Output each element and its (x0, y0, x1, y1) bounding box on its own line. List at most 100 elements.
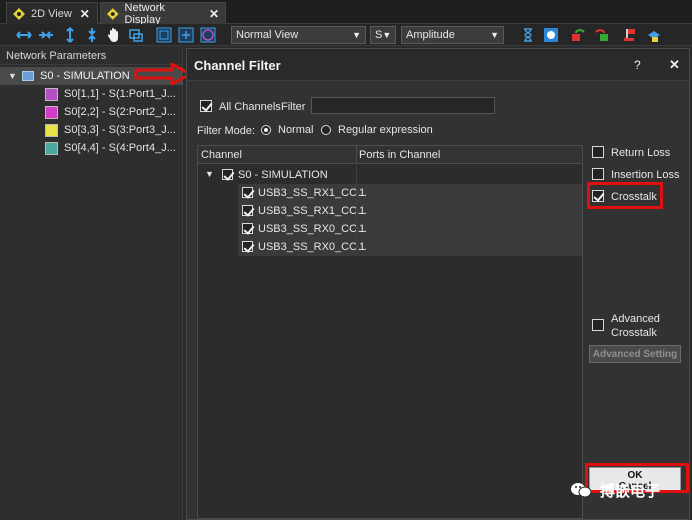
zoom-fit-icon[interactable] (178, 27, 194, 43)
row-channel: USB3_SS_RX0_CO... (258, 223, 367, 235)
fit-vertical-icon[interactable] (62, 27, 78, 43)
tab-label: Network Display (124, 1, 165, 26)
row-indent (198, 184, 238, 202)
flag-icon[interactable] (622, 27, 638, 43)
view-mode-select[interactable]: Normal View ▼ (231, 26, 366, 44)
tree-root-label: S0 - SIMULATION (40, 70, 130, 82)
expand-arrow-icon[interactable]: ▼ (205, 169, 214, 179)
normal-radio[interactable] (261, 125, 271, 135)
tree-item-label: S0[4,4] - S(4:Port4_J... (64, 142, 176, 154)
column-divider (356, 202, 357, 220)
row-checkbox[interactable] (242, 241, 253, 252)
expand-arrow-icon[interactable]: ▼ (8, 71, 22, 81)
row-channel: USB3_SS_RX1_CO... (258, 187, 367, 199)
tab-2d-view[interactable]: 2D View ✕ (6, 2, 98, 24)
row-ports: 1 (359, 241, 366, 253)
row-indent (198, 238, 238, 256)
zoom-box-icon[interactable] (156, 27, 172, 43)
parameter-value: S (375, 29, 383, 41)
column-divider (356, 184, 357, 202)
close-icon[interactable]: ✕ (209, 7, 219, 21)
undo-icon[interactable] (570, 27, 586, 43)
format-select[interactable]: Amplitude ▼ (401, 26, 504, 44)
tab-bar: 2D View ✕ Network Display ✕ (0, 0, 692, 26)
tree-item[interactable]: S0[3,3] - S(3:Port3_J... (45, 121, 183, 139)
hand-icon[interactable] (106, 27, 122, 43)
tab-label: 2D View (31, 7, 72, 20)
table-row[interactable]: USB3_SS_RX0_CO... 1 (198, 238, 582, 256)
channel-filter-dialog: Channel Filter ? ✕ All Channels Filter F… (186, 48, 690, 520)
redo-icon[interactable] (594, 27, 610, 43)
chevron-down-icon: ▼ (490, 30, 499, 40)
column-divider (356, 146, 357, 164)
fit-horizontal-icon[interactable] (16, 27, 32, 43)
row-channel: USB3_SS_RX1_CO... (258, 205, 367, 217)
row-ports: 1 (359, 223, 366, 235)
smith-chart-icon[interactable] (200, 27, 216, 43)
insertion-loss-label: Insertion Loss (611, 169, 680, 181)
row-checkbox[interactable] (242, 205, 253, 216)
tree-item[interactable]: S0[1,1] - S(1:Port1_J... (45, 85, 183, 103)
marker-icon[interactable] (543, 27, 559, 43)
table-row[interactable]: USB3_SS_RX0_CO... 1 (198, 220, 582, 238)
all-channels-checkbox[interactable] (200, 100, 212, 112)
hourglass-icon[interactable] (520, 27, 536, 43)
row-checkbox[interactable] (222, 169, 233, 180)
color-swatch (45, 141, 58, 155)
watermark: 搏嵌电子 (570, 478, 660, 502)
tree-item-label: S0[1,1] - S(1:Port1_J... (64, 88, 176, 100)
close-icon[interactable]: ✕ (80, 7, 90, 21)
close-icon[interactable]: ✕ (669, 57, 680, 73)
advanced-setting-button[interactable]: Advanced Setting (589, 345, 681, 363)
tree-item[interactable]: S0[2,2] - S(2:Port2_J... (45, 103, 183, 121)
annotation-arrow-icon (134, 62, 192, 86)
chevron-down-icon: ▼ (352, 30, 361, 40)
normal-label: Normal (278, 124, 314, 136)
watermark-text: 搏嵌电子 (600, 481, 661, 500)
regex-radio[interactable] (321, 125, 331, 135)
table-row-root[interactable]: ▼ S0 - SIMULATION (198, 166, 582, 184)
filter-input[interactable] (311, 97, 495, 114)
table-row[interactable]: USB3_SS_RX1_CO... 1 (198, 184, 582, 202)
channel-table: Channel Ports in Channel ▼ S0 - SIMULATI… (197, 145, 583, 519)
table-header: Channel Ports in Channel (198, 146, 582, 164)
zoom-horizontal-icon[interactable] (38, 27, 54, 43)
advanced-crosstalk-label: Crosstalk (611, 327, 657, 339)
insertion-loss-checkbox[interactable] (592, 168, 604, 180)
crosstalk-checkbox[interactable] (592, 190, 604, 202)
tab-network-display[interactable]: Network Display ✕ (100, 1, 226, 26)
column-divider (356, 220, 357, 238)
network-parameters-panel: Network Parameters ▼ S0 - SIMULATION S0[… (0, 47, 183, 520)
row-checkbox[interactable] (242, 223, 253, 234)
help-icon[interactable]: ? (634, 58, 641, 72)
crosstalk-label: Crosstalk (611, 191, 657, 203)
column-divider (356, 166, 357, 184)
zoom-vertical-icon[interactable] (84, 27, 100, 43)
color-swatch (45, 105, 58, 119)
toolbar: Normal View ▼ S ▼ Amplitude ▼ (0, 24, 692, 46)
tree-item-label: S0[3,3] - S(3:Port3_J... (64, 124, 176, 136)
view-mode-value: Normal View (236, 29, 299, 41)
advanced-crosstalk-label: Advanced (611, 313, 660, 325)
tree-item[interactable]: S0[4,4] - S(4:Port4_J... (45, 139, 183, 157)
column-header-ports: Ports in Channel (359, 149, 441, 161)
row-indent (198, 202, 238, 220)
row-checkbox[interactable] (242, 187, 253, 198)
tree-item-label: S0[2,2] - S(2:Port2_J... (64, 106, 176, 118)
filter-label: Filter (281, 101, 306, 113)
select-region-icon[interactable] (128, 27, 144, 43)
return-loss-checkbox[interactable] (592, 146, 604, 158)
color-swatch (45, 123, 58, 137)
export-icon[interactable] (646, 27, 662, 43)
chevron-down-icon: ▼ (382, 30, 392, 40)
regex-label: Regular expression (338, 124, 433, 136)
advanced-crosstalk-checkbox[interactable] (592, 319, 604, 331)
table-row[interactable]: USB3_SS_RX1_CO... 1 (198, 202, 582, 220)
all-channels-label: All Channels (219, 101, 281, 113)
parameter-select[interactable]: S ▼ (370, 26, 396, 44)
column-divider (356, 238, 357, 256)
row-ports: 1 (359, 187, 366, 199)
row-indent (198, 220, 238, 238)
column-header-channel: Channel (201, 149, 242, 161)
return-loss-label: Return Loss (611, 147, 671, 159)
